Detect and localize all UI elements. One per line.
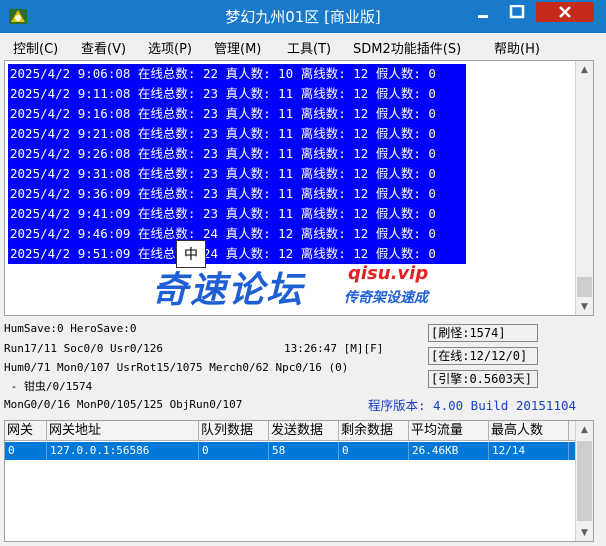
close-icon: [559, 6, 571, 18]
table-cell: 0: [339, 442, 409, 460]
engine-uptime: [引擎:0.5603天]: [428, 370, 538, 388]
online-count: [在线:12/12/0]: [428, 347, 538, 365]
column-header[interactable]: 剩余数据: [339, 421, 409, 441]
column-header[interactable]: 队列数据: [199, 421, 269, 441]
maximize-icon: [509, 5, 525, 19]
menu-tools[interactable]: 工具(T): [287, 38, 331, 57]
run-status: Run17/11 Soc0/0 Usr0/126: [4, 342, 163, 355]
table-cell: 127.0.0.1:56586: [47, 442, 199, 460]
table-cell: 26.46KB: [409, 442, 489, 460]
watermark-slogan: 传奇架设速成: [344, 290, 428, 306]
hum-status: Hum0/71 Mon0/107 UsrRot15/1075 Merch0/62…: [4, 361, 349, 374]
menu-view[interactable]: 查看(V): [81, 38, 126, 57]
column-header[interactable]: 网关: [5, 421, 47, 441]
column-header[interactable]: 网关地址: [47, 421, 199, 441]
bug-status: - 钳虫/0/1574: [4, 380, 93, 393]
close-button[interactable]: [536, 2, 594, 22]
table-cell: 58: [269, 442, 339, 460]
menu-options[interactable]: 选项(P): [148, 38, 192, 57]
log-line: 2025/4/2 9:11:08 在线总数: 23 真人数: 11 离线数: 1…: [8, 84, 466, 104]
log-line: 2025/4/2 9:26:08 在线总数: 23 真人数: 11 离线数: 1…: [8, 144, 466, 164]
column-header[interactable]: 发送数据: [269, 421, 339, 441]
table-scrollbar[interactable]: ▲ ▼: [575, 421, 593, 541]
log-lines: 2025/4/2 9:06:08 在线总数: 22 真人数: 10 离线数: 1…: [8, 64, 466, 264]
watermark-brand: 奇速论坛: [152, 270, 305, 311]
menu-control[interactable]: 控制(C): [13, 38, 58, 57]
column-header[interactable]: 平均流量: [409, 421, 489, 441]
log-line: 2025/4/2 9:41:09 在线总数: 23 真人数: 11 离线数: 1…: [8, 204, 466, 224]
table-cell: 12/14: [489, 442, 569, 460]
menu-bar: 控制(C) 查看(V) 选项(P) 管理(M) 工具(T) SDM2功能插件(S…: [0, 33, 606, 60]
server-clock: 13:26:47 [M][F]: [284, 342, 384, 355]
scroll-thumb[interactable]: [577, 277, 592, 297]
hum-save-status: HumSave:0 HeroSave:0: [4, 322, 137, 335]
scroll-up-icon[interactable]: ▲: [576, 61, 593, 78]
menu-sdm2-plugins[interactable]: SDM2功能插件(S): [353, 38, 461, 57]
log-scrollbar[interactable]: ▲ ▼: [575, 61, 593, 315]
gateway-table: 网关 网关地址 队列数据 发送数据 剩余数据 平均流量 最高人数 0 127.0…: [4, 420, 594, 542]
scroll-down-icon[interactable]: ▼: [576, 524, 593, 541]
minimize-button[interactable]: [468, 2, 498, 22]
log-line: 2025/4/2 9:31:08 在线总数: 23 真人数: 11 离线数: 1…: [8, 164, 466, 184]
minimize-icon: [478, 15, 488, 18]
log-line: 2025/4/2 9:21:08 在线总数: 23 真人数: 11 离线数: 1…: [8, 124, 466, 144]
column-header[interactable]: 最高人数: [489, 421, 569, 441]
table-header: 网关 网关地址 队列数据 发送数据 剩余数据 平均流量 最高人数: [5, 421, 577, 441]
watermark-site: qisu.vip: [348, 263, 429, 284]
program-version: 程序版本: 4.00 Build 20151104: [368, 398, 577, 413]
scroll-thumb[interactable]: [577, 441, 592, 521]
log-line: 2025/4/2 9:16:08 在线总数: 23 真人数: 11 离线数: 1…: [8, 104, 466, 124]
log-line: 2025/4/2 9:06:08 在线总数: 22 真人数: 10 离线数: 1…: [8, 64, 466, 84]
table-cell: 0: [199, 442, 269, 460]
menu-manage[interactable]: 管理(M): [214, 38, 261, 57]
mon-status: MonG0/0/16 MonP0/105/125 ObjRun0/107: [4, 398, 243, 411]
menu-help[interactable]: 帮助(H): [494, 38, 540, 57]
maximize-button[interactable]: [502, 2, 532, 22]
table-cell: 0: [5, 442, 47, 460]
scroll-down-icon[interactable]: ▼: [576, 298, 593, 315]
watermark-logo: 奇速论坛 qisu.vip 传奇架设速成: [152, 261, 472, 311]
log-line: 2025/4/2 9:46:09 在线总数: 24 真人数: 12 离线数: 1…: [8, 224, 466, 244]
title-bar: 梦幻九州01区 [商业版]: [0, 0, 606, 33]
table-row[interactable]: 0 127.0.0.1:56586 0 58 0 26.46KB 12/14: [5, 442, 577, 460]
scroll-up-icon[interactable]: ▲: [576, 421, 593, 438]
status-panel: HumSave:0 HeroSave:0 Run17/11 Soc0/0 Usr…: [0, 318, 606, 418]
log-line: 2025/4/2 9:36:09 在线总数: 23 真人数: 11 离线数: 1…: [8, 184, 466, 204]
refresh-count: [刷怪:1574]: [428, 324, 538, 342]
